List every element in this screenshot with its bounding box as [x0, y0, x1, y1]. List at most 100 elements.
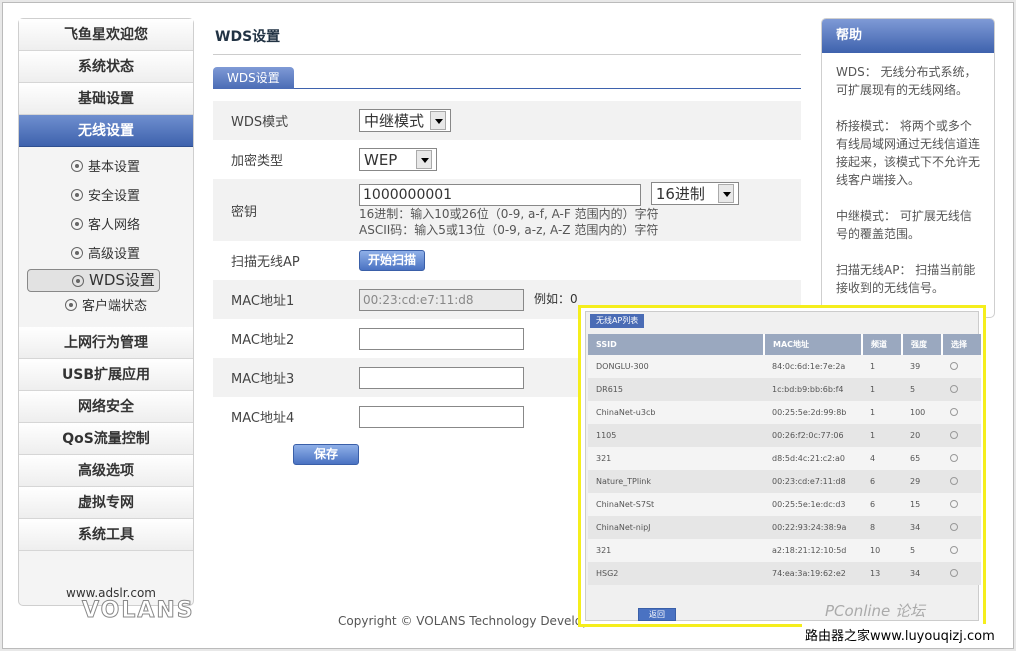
volans-logo: www.adslr.com VOLANS — [22, 578, 193, 624]
submenu-client-status[interactable]: 客户端状态 — [19, 292, 193, 321]
radio-bullet-icon — [72, 274, 84, 287]
submenu-guest-network[interactable]: 客人网络 — [19, 211, 193, 240]
sidebar-item-qos[interactable]: QoS流量控制 — [19, 423, 193, 455]
logo-word: VOLANS — [82, 598, 195, 624]
sidebar-item-vpn[interactable]: 虚拟专网 — [19, 487, 193, 519]
ap-select-radio[interactable] — [950, 522, 958, 531]
help-bridge: 桥接模式： 将两个或多个有线局域网通过无线信道连接起来，该模式下不允许无线客户端… — [836, 119, 981, 187]
ap-select-radio[interactable] — [950, 407, 958, 416]
ap-table-row[interactable]: HSG2 74:ea:3a:19:62:e2 13 34 — [588, 562, 981, 585]
col-strength: 强度 — [902, 334, 943, 355]
ap-table-row[interactable]: DR615 1c:bd:b9:bb:6b:f4 1 5 — [588, 378, 981, 401]
ap-strength: 29 — [902, 470, 942, 493]
ap-mac: a2:18:21:12:10:5d — [764, 539, 862, 562]
sidebar-item-advanced[interactable]: 高级选项 — [19, 455, 193, 487]
ap-select-radio[interactable] — [950, 361, 958, 370]
ap-mac: 74:ea:3a:19:62:e2 — [764, 562, 862, 585]
ap-select-radio[interactable] — [950, 568, 958, 577]
ap-list-popup: 无线AP列表 SSID MAC地址 频道 强度 选择 DONGLU-300 84:… — [578, 305, 986, 627]
ap-channel: 1 — [862, 378, 902, 401]
key-format-select[interactable]: 16进制 — [650, 181, 739, 205]
ap-ssid: ChinaNet-u3cb — [588, 401, 764, 424]
sidebar-item-behavior[interactable]: 上网行为管理 — [19, 327, 193, 359]
ap-table-row[interactable]: ChinaNet-u3cb 00:25:5e:2d:99:8b 1 100 — [588, 401, 981, 424]
ap-select-cell — [942, 424, 981, 447]
tab-wds-settings[interactable]: WDS设置 — [213, 67, 294, 89]
mac1-input[interactable]: 00:23:cd:e7:11:d8 — [359, 288, 524, 311]
sidebar-item-tools[interactable]: 系统工具 — [19, 519, 193, 551]
ap-select-radio[interactable] — [950, 499, 958, 508]
site-watermark: 路由器之家www.luyouqizj.com — [802, 624, 998, 645]
wds-mode-value: 中继模式 — [364, 112, 425, 130]
save-button[interactable]: 保存 — [293, 444, 360, 465]
tab-bar: WDS设置 — [213, 67, 801, 89]
ap-select-cell — [942, 562, 981, 585]
key-hint-ascii: ASCII码：输入5或13位（0-9, a-z, A-Z 范围内的）字符 — [359, 223, 659, 238]
radio-bullet-icon — [71, 189, 83, 201]
ap-select-radio[interactable] — [950, 545, 958, 554]
wds-mode-label: WDS模式 — [231, 115, 289, 130]
ap-strength: 20 — [902, 424, 942, 447]
submenu-label: 客人网络 — [88, 218, 141, 233]
ap-strength: 34 — [902, 516, 942, 539]
sidebar-item-security[interactable]: 网络安全 — [19, 391, 193, 423]
ap-ssid: 321 — [588, 447, 764, 470]
sidebar-item-usb[interactable]: USB扩展应用 — [19, 359, 193, 391]
ap-list-title: 无线AP列表 — [590, 314, 645, 328]
ap-strength: 39 — [902, 355, 942, 378]
sidebar-item-wireless-settings[interactable]: 无线设置 — [19, 115, 193, 147]
ap-mac: 1c:bd:b9:bb:6b:f4 — [764, 378, 862, 401]
ap-select-cell — [942, 401, 981, 424]
submenu-label: WDS设置 — [89, 271, 155, 289]
help-panel: 帮助 WDS： 无线分布式系统，可扩展现有的无线网络。 桥接模式： 将两个或多个… — [821, 18, 995, 318]
ap-table-header: SSID MAC地址 频道 强度 选择 — [588, 334, 981, 355]
ap-table-row[interactable]: 321 a2:18:21:12:10:5d 10 5 — [588, 539, 981, 562]
ap-mac: 84:0c:6d:1e:7e:2a — [764, 355, 862, 378]
pconline-watermark: PConline 论坛 — [825, 602, 926, 620]
mac3-label: MAC地址3 — [231, 372, 295, 387]
mac4-input[interactable] — [359, 405, 524, 428]
ap-select-radio[interactable] — [950, 384, 958, 393]
ap-channel: 10 — [862, 539, 902, 562]
ap-table-row[interactable]: ChinaNet-nipJ 00:22:93:24:38:9a 8 34 — [588, 516, 981, 539]
sidebar-item-system-status[interactable]: 系统状态 — [19, 51, 193, 83]
submenu-security[interactable]: 安全设置 — [19, 182, 193, 211]
encryption-select[interactable]: WEP — [359, 148, 437, 171]
ap-select-cell — [942, 539, 981, 562]
radio-bullet-icon — [71, 247, 83, 259]
wds-mode-select[interactable]: 中继模式 — [359, 109, 452, 132]
key-input[interactable]: 1000000001 — [359, 184, 641, 207]
ap-mac: 00:22:93:24:38:9a — [764, 516, 862, 539]
ap-select-radio[interactable] — [950, 453, 958, 462]
ap-strength: 15 — [902, 493, 942, 516]
mac3-input[interactable] — [359, 366, 524, 389]
ap-table-row[interactable]: 321 d8:5d:4c:21:c2:a0 4 65 — [588, 447, 981, 470]
ap-select-cell — [942, 355, 981, 378]
mac1-example: 例如：0 — [534, 292, 578, 306]
col-ssid: SSID — [588, 334, 765, 355]
row-key: 密钥 1000000001 16进制 16进制：输入10或26位（0-9, a-… — [213, 179, 801, 241]
mac2-input[interactable] — [359, 327, 524, 350]
ap-select-radio[interactable] — [950, 430, 958, 439]
ap-table-row[interactable]: 1105 00:26:f2:0c:77:06 1 20 — [588, 424, 981, 447]
col-mac: MAC地址 — [764, 334, 863, 355]
back-button[interactable]: 返回 — [638, 608, 676, 621]
start-scan-button[interactable]: 开始扫描 — [359, 250, 426, 271]
sidebar-item-basic-settings[interactable]: 基础设置 — [19, 83, 193, 115]
submenu-basic[interactable]: 基本设置 — [19, 153, 193, 182]
submenu-advanced[interactable]: 高级设置 — [19, 240, 193, 269]
ap-table-row[interactable]: DONGLU-300 84:0c:6d:1e:7e:2a 1 39 — [588, 355, 981, 378]
sidebar-welcome: 飞鱼星欢迎您 — [19, 19, 193, 51]
dropdown-arrow-icon — [717, 183, 734, 203]
ap-table-row[interactable]: Nature_TPlink 00:23:cd:e7:11:d8 6 29 — [588, 470, 981, 493]
ap-strength: 5 — [902, 539, 942, 562]
submenu-wds[interactable]: WDS设置 — [27, 269, 160, 292]
ap-table-row[interactable]: ChinaNet-S7St 00:25:5e:1e:dc:d3 6 15 — [588, 493, 981, 516]
col-channel: 频道 — [862, 334, 903, 355]
ap-mac: d8:5d:4c:21:c2:a0 — [764, 447, 862, 470]
ap-select-radio[interactable] — [950, 476, 958, 485]
row-encryption: 加密类型 WEP — [213, 140, 801, 179]
ap-select-cell — [942, 470, 981, 493]
ap-channel: 1 — [862, 355, 902, 378]
dropdown-arrow-icon — [430, 111, 447, 130]
